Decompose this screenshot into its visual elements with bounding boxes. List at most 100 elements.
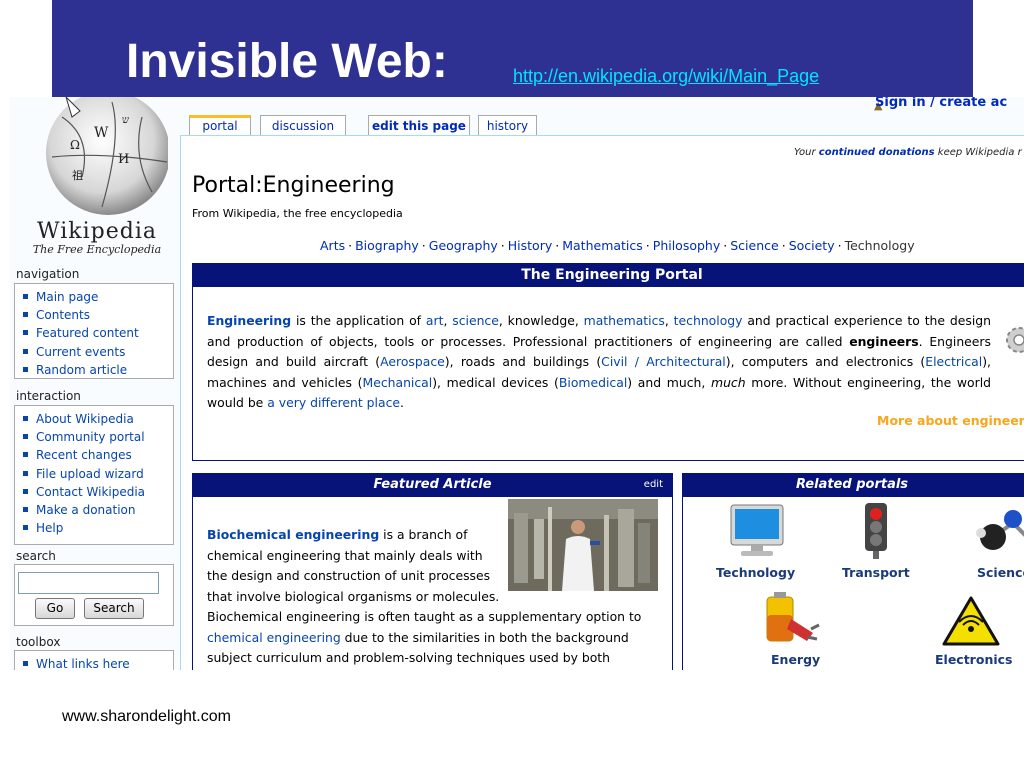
wikipedia-screenshot: W Ω И 祖 ש Wikipedia The Free Encyclopedi…: [10, 97, 1024, 670]
molecule-icon[interactable]: [973, 503, 1024, 559]
bullet-icon: [23, 452, 28, 458]
related-portals-header: Related portals: [682, 473, 1024, 497]
toolbox-item-what-links-here[interactable]: What links here: [23, 655, 173, 670]
nav-item-random-article[interactable]: Random article: [23, 361, 173, 379]
svg-text:W: W: [94, 125, 109, 141]
tab-portal[interactable]: portal: [189, 115, 251, 136]
featured-article-text: Biochemical engineering is a branch of c…: [207, 527, 642, 665]
navigation-title: navigation: [16, 267, 80, 281]
portal-header: The Engineering Portal: [192, 263, 1024, 287]
chemical-engineering-link[interactable]: chemical engineering: [207, 630, 341, 645]
different-place-link[interactable]: a very different place: [267, 395, 400, 410]
interaction-item-community-portal[interactable]: Community portal: [23, 428, 173, 446]
bullet-icon: [23, 366, 28, 372]
bullet-icon: [23, 488, 28, 494]
toolbox-box: What links here: [14, 650, 174, 670]
page-title: Portal:Engineering: [192, 173, 395, 198]
sign-in-link[interactable]: Sign in / create ac: [875, 97, 1007, 110]
bullet-icon: [23, 294, 28, 299]
interaction-item-contact[interactable]: Contact Wikipedia: [23, 483, 173, 501]
biomedical-link[interactable]: Biomedical: [559, 375, 627, 390]
donation-notice: Your continued donations keep Wikipedia …: [794, 147, 1022, 158]
portal-energy-label[interactable]: Energy: [771, 652, 820, 667]
science-link[interactable]: science: [452, 313, 499, 328]
nav-item-current-events[interactable]: Current events: [23, 343, 173, 361]
engineering-link[interactable]: Engineering: [207, 313, 291, 328]
battery-plug-icon[interactable]: [761, 589, 821, 649]
bullet-icon: [23, 312, 28, 318]
nav-item-contents[interactable]: Contents: [23, 306, 173, 324]
svg-text:ש: ש: [122, 115, 129, 126]
page-tagline: From Wikipedia, the free encyclopedia: [192, 207, 403, 220]
bullet-icon: [23, 416, 28, 421]
topic-mathematics[interactable]: Mathematics: [562, 238, 643, 253]
slide-title: Invisible Web:: [126, 35, 448, 88]
bullet-icon: [23, 470, 28, 476]
topic-geography[interactable]: Geography: [429, 238, 498, 253]
topics-bar: Arts · Biography · Geography · History · Mathema…: [320, 238, 915, 253]
svg-text:И: И: [118, 152, 129, 167]
topic-philosophy[interactable]: Philosophy: [653, 238, 720, 253]
portal-science-label[interactable]: Science: [977, 565, 1024, 580]
interaction-box: About Wikipedia Community portal Recent …: [14, 405, 174, 545]
go-button[interactable]: Go: [35, 598, 75, 619]
search-title: search: [16, 549, 56, 563]
civil-architectural-link[interactable]: Civil / Architectural: [601, 354, 726, 369]
topic-society[interactable]: Society: [789, 238, 835, 253]
nav-item-featured-content[interactable]: Featured content: [23, 324, 173, 342]
interaction-item-donation[interactable]: Make a donation: [23, 501, 173, 519]
topic-science[interactable]: Science: [730, 238, 778, 253]
bullet-icon: [23, 661, 28, 666]
technology-link[interactable]: technology: [674, 313, 743, 328]
art-link[interactable]: art: [426, 313, 444, 328]
interaction-item-file-upload[interactable]: File upload wizard: [23, 465, 173, 483]
bullet-icon: [23, 525, 28, 531]
slide-title-link[interactable]: http://en.wikipedia.org/wiki/Main_Page: [513, 66, 819, 87]
featured-article-box: Biochemical engineering is a branch of c…: [192, 497, 673, 670]
more-about-engineering-link[interactable]: More about engineer: [877, 413, 1024, 428]
svg-text:Ω: Ω: [70, 138, 80, 152]
portal-transport-label[interactable]: Transport: [842, 565, 910, 580]
featured-edit-link[interactable]: edit: [644, 473, 663, 497]
tab-discussion[interactable]: discussion: [260, 115, 346, 136]
electrical-link[interactable]: Electrical: [925, 354, 982, 369]
gear-icon: [1006, 327, 1024, 353]
interaction-item-recent-changes[interactable]: Recent changes: [23, 446, 173, 464]
portal-intro-text: Engineering is the application of art, s…: [207, 313, 992, 410]
search-input[interactable]: [18, 572, 159, 594]
interaction-title: interaction: [16, 389, 81, 403]
bullet-icon: [23, 434, 28, 440]
tab-edit-this-page[interactable]: edit this page: [368, 115, 470, 136]
radiation-warning-icon[interactable]: [941, 595, 1001, 647]
nav-item-main-page[interactable]: Main page: [23, 288, 173, 306]
topic-arts[interactable]: Arts: [320, 238, 345, 253]
computer-monitor-icon[interactable]: [727, 503, 787, 559]
mathematics-link[interactable]: mathematics: [584, 313, 665, 328]
bullet-icon: [23, 348, 28, 354]
navigation-box: Main page Contents Featured content Curr…: [14, 283, 174, 379]
portal-technology-label[interactable]: Technology: [716, 565, 795, 580]
wikipedia-tagline: The Free Encyclopedia: [32, 243, 162, 256]
search-button[interactable]: Search: [84, 598, 144, 619]
svg-text:祖: 祖: [72, 168, 83, 182]
aerospace-link[interactable]: Aerospace: [380, 354, 445, 369]
biochemical-engineering-link[interactable]: Biochemical engineering: [207, 527, 379, 542]
mechanical-link[interactable]: Mechanical: [363, 375, 433, 390]
wikipedia-globe-logo[interactable]: W Ω И 祖 ש: [22, 97, 168, 215]
interaction-item-about[interactable]: About Wikipedia: [23, 410, 173, 428]
donation-link[interactable]: continued donations: [819, 147, 935, 158]
bullet-icon: [23, 330, 28, 336]
traffic-light-icon[interactable]: [859, 501, 893, 559]
topic-biography[interactable]: Biography: [355, 238, 419, 253]
topic-history[interactable]: History: [508, 238, 552, 253]
topic-technology[interactable]: Technology: [845, 238, 915, 253]
interaction-item-help[interactable]: Help: [23, 519, 173, 537]
related-portals-box: Technology Transport Scienc e: [682, 497, 1024, 670]
featured-article-header: Featured Article edit: [192, 473, 673, 497]
bullet-icon: [23, 507, 28, 513]
portal-electronics-label[interactable]: Electronics: [935, 652, 1012, 667]
tab-history[interactable]: history: [478, 115, 537, 136]
wikipedia-wordmark: Wikipedia: [37, 219, 157, 244]
footer-url: www.sharondelight.com: [62, 708, 231, 725]
portal-intro-box: Engineering is the application of art, s…: [192, 287, 1024, 461]
